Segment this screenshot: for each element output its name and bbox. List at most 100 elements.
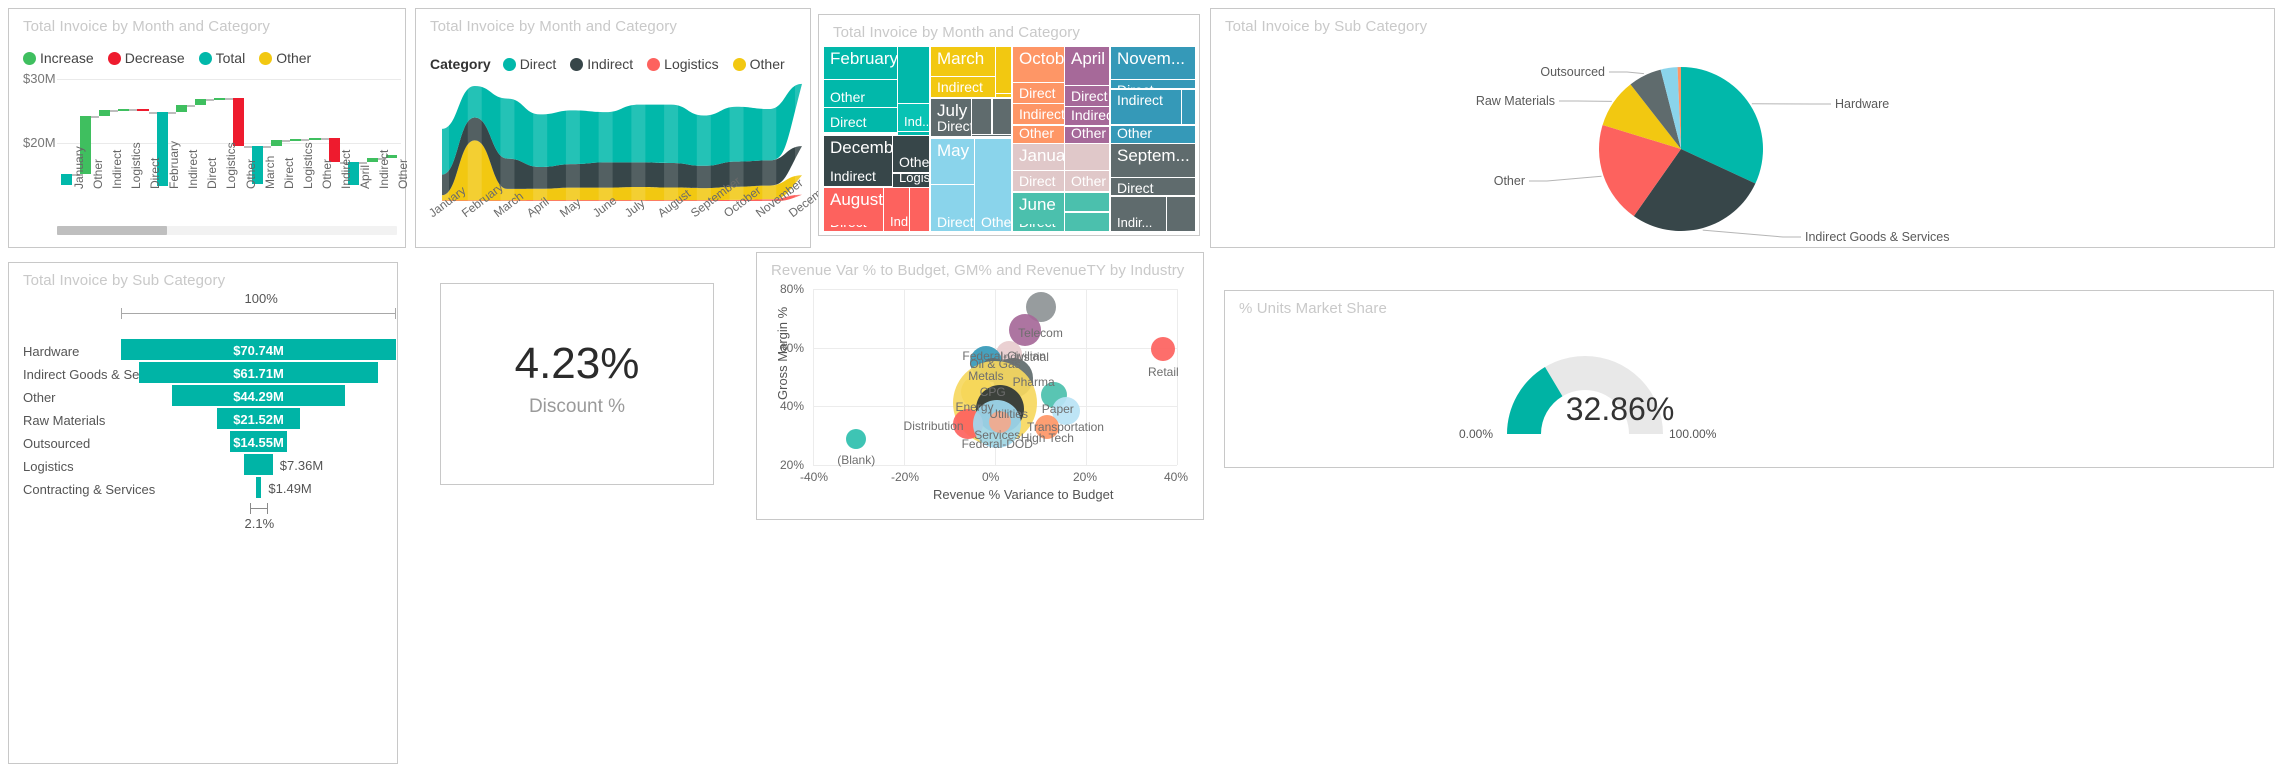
treemap-cell[interactable]: Direct [931,185,974,231]
scatter-x-tick: -40% [800,470,829,484]
treemap-cell[interactable]: Other [1111,126,1195,143]
treemap-cell-label: Other [981,214,1011,230]
treemap-cell[interactable] [898,132,929,135]
treemap-cell[interactable] [972,135,1011,136]
treemap-cell[interactable]: December [824,136,892,164]
waterfall-bar[interactable] [194,99,206,106]
treemap-cell[interactable] [910,188,929,231]
treemap-cell[interactable] [1182,90,1195,124]
treemap-cell-label: Other [1071,127,1107,141]
waterfall-bar[interactable] [137,108,149,112]
treemap-cell[interactable]: Direct [1065,86,1109,106]
treemap-cell-label: February [830,49,897,68]
treemap-cell[interactable] [972,99,991,134]
treemap-plot[interactable]: February Other Direct Ind... December Other In… [824,47,1196,232]
waterfall-bar[interactable] [309,138,321,141]
legend-item-increase[interactable]: Increase [23,50,94,66]
area-legend[interactable]: Category Direct Indirect Logistics Other [430,56,795,72]
waterfall-bar[interactable] [233,98,245,147]
treemap-cell[interactable] [898,47,929,103]
treemap-cell[interactable]: Direct [824,225,883,231]
panel-kpi-card[interactable]: 4.23% Discount % [440,283,714,485]
panel-pie[interactable]: Total Invoice by Sub Category Hardware In… [1210,8,2275,248]
waterfall-bar[interactable] [271,140,283,147]
scatter-bubble[interactable] [1151,337,1176,362]
treemap-cell[interactable]: Other [1065,171,1109,191]
pie-plot[interactable]: Hardware Indirect Goods & Services Other Ra… [1211,9,2276,249]
legend-item-indirect[interactable]: Indirect [570,56,633,72]
treemap-cell[interactable]: Indirect [931,77,995,97]
legend-item-other[interactable]: Other [732,56,785,72]
gauge-plot[interactable]: 32.86% 0.00% 100.00% [1225,291,2275,469]
treemap-cell[interactable]: March [931,47,995,76]
panel-stacked-area[interactable]: Total Invoice by Month and Category Cate… [415,8,839,248]
funnel-row-label: Hardware [23,344,80,359]
treemap-cell[interactable]: Direct [1013,171,1064,191]
scatter-bubble[interactable] [846,428,867,449]
treemap-cell[interactable] [996,94,1011,97]
treemap-cell[interactable]: Septem... [1111,144,1195,177]
treemap-cell[interactable]: Other [1065,127,1109,143]
waterfall-bar[interactable] [213,98,225,101]
treemap-cell[interactable]: Direct [1111,178,1195,195]
waterfall-scrollbar-thumb[interactable] [57,226,167,235]
treemap-cell-label: March [937,49,985,68]
scatter-plot[interactable]: -40% -20% 0% 20% 40% 20% 40% 60% 80% Telecom Indus… [757,253,1205,521]
area-band [631,81,646,201]
treemap-cell[interactable]: Other [893,154,929,172]
legend-item-direct[interactable]: Direct [502,56,556,72]
treemap-cell[interactable]: May [931,139,974,184]
treemap-cell-label: May [937,141,970,160]
waterfall-bar[interactable] [118,108,130,111]
treemap-cell[interactable]: Logis... [893,174,929,187]
treemap-cell[interactable]: Indirect [1111,90,1181,124]
treemap-cell[interactable]: Ind... [898,104,929,131]
treemap-cell[interactable] [1065,213,1109,231]
waterfall-bar[interactable] [175,105,187,112]
treemap-cell[interactable]: Direct [1013,83,1064,103]
treemap-cell[interactable]: Indirect [1013,104,1064,124]
funnel-bar[interactable] [255,477,262,498]
treemap-cell[interactable]: Other [1013,126,1064,143]
treemap-cell[interactable]: Novem... [1111,47,1195,79]
pie-slice-label: Indirect Goods & Services [1805,230,1950,244]
waterfall-bar[interactable] [61,173,73,186]
panel-treemap[interactable]: Total Invoice by Month and Category Febr… [818,14,1200,236]
treemap-cell[interactable] [1065,144,1109,170]
treemap-cell[interactable] [1065,193,1109,211]
funnel-bar[interactable] [244,454,273,475]
treemap-cell[interactable] [993,99,1011,134]
treemap-cell[interactable]: Indirect [824,164,892,186]
waterfall-legend[interactable]: Increase Decrease Total Other [23,50,321,66]
legend-item-other[interactable]: Other [259,50,311,66]
treemap-cell[interactable]: Direct [1111,80,1195,88]
waterfall-bar[interactable] [290,138,302,141]
legend-item-decrease[interactable]: Decrease [107,50,185,66]
treemap-cell[interactable]: February [824,47,897,79]
panel-bubble-scatter[interactable]: Revenue Var % to Budget, GM% and Revenue… [756,252,1204,520]
panel-funnel[interactable]: Total Invoice by Sub Category 100% Hardwa… [8,262,398,764]
treemap-cell[interactable]: Other [975,169,1011,231]
treemap-cell[interactable] [893,136,929,154]
treemap-cell[interactable]: Direct [931,121,971,136]
panel-gauge[interactable]: % Units Market Share 32.86% 0.00% 100.00% [1224,290,2274,468]
scatter-bubble-label: Services [974,428,1021,443]
treemap-cell[interactable]: Direct [1013,224,1064,231]
treemap-cell[interactable]: October [1013,47,1064,82]
waterfall-bar[interactable] [99,110,111,116]
panel-waterfall[interactable]: Total Invoice by Month and Category Incr… [8,8,410,248]
treemap-cell-label: Direct [1019,224,1056,230]
legend-item-total[interactable]: Total [198,50,245,66]
funnel-plot[interactable]: 100% Hardware $70.74M Indirect Goods & Ser.… [9,287,399,757]
legend-item-logistics[interactable]: Logistics [647,56,719,72]
treemap-cell[interactable]: April [1065,47,1109,85]
treemap-cell[interactable]: Indirect [1065,107,1109,125]
treemap-cell[interactable]: January [1013,144,1064,170]
treemap-cell[interactable]: Other [824,80,897,107]
treemap-cell[interactable]: Indir... [1111,197,1166,231]
treemap-cell[interactable] [996,47,1011,93]
treemap-cell[interactable] [1167,197,1195,231]
treemap-cell[interactable]: Ind... [884,188,909,231]
treemap-cell[interactable]: Direct [824,108,897,132]
treemap-cell[interactable] [975,139,1011,169]
